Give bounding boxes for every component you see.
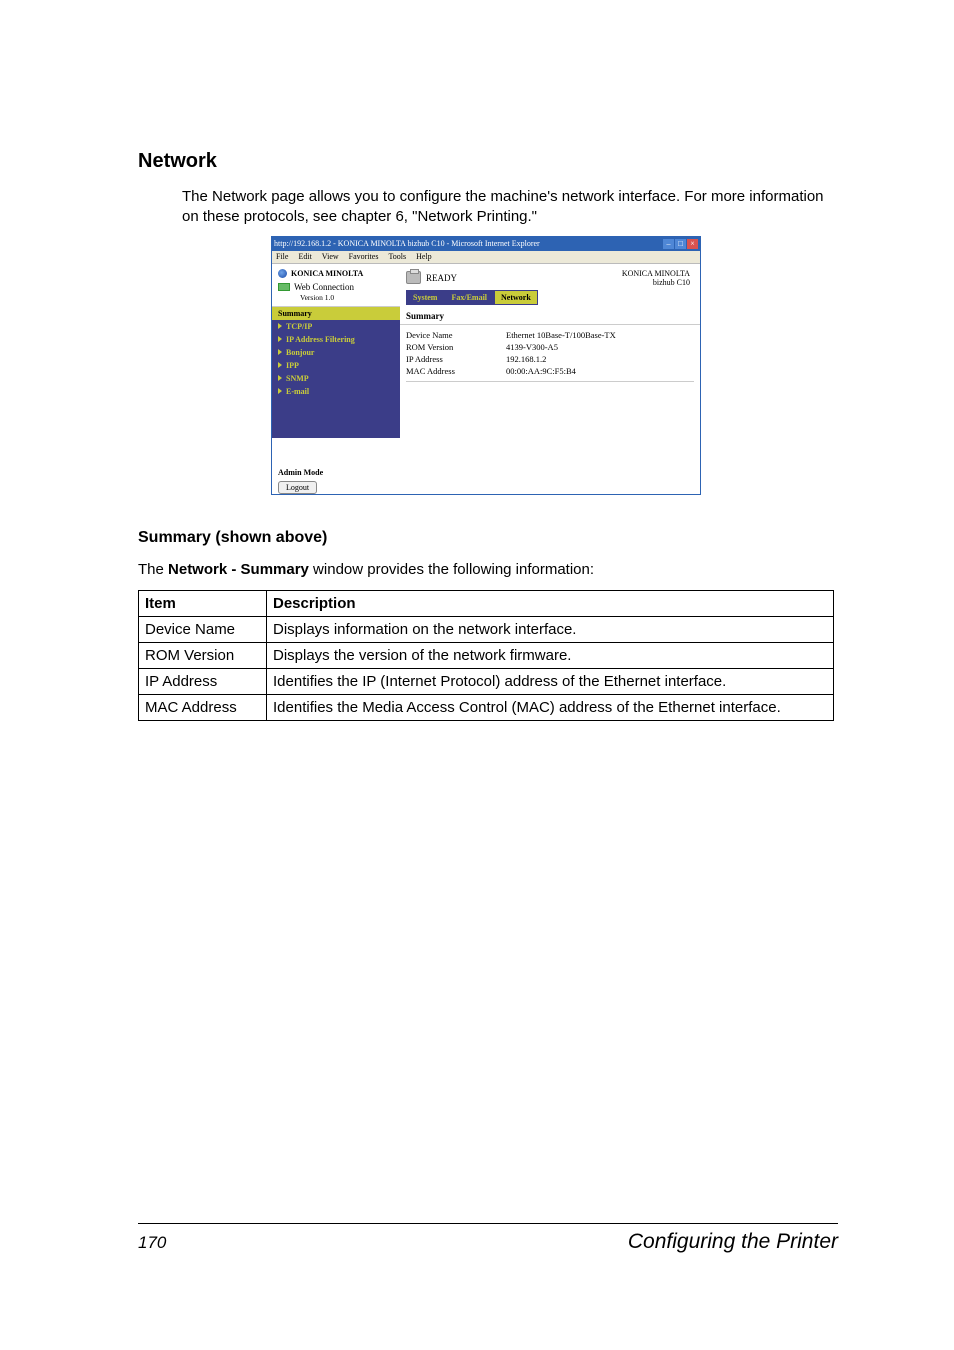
th-item: Item bbox=[139, 590, 267, 616]
version-text: Version 1.0 bbox=[278, 292, 394, 306]
heading-summary: Summary (shown above) bbox=[138, 529, 834, 547]
logout-button[interactable]: Logout bbox=[278, 481, 317, 494]
menu-edit[interactable]: Edit bbox=[298, 252, 311, 261]
sidebar-item-summary[interactable]: Summary bbox=[272, 307, 400, 320]
minimize-icon[interactable]: – bbox=[663, 239, 674, 249]
webconnection-text: Web Connection bbox=[294, 282, 354, 292]
footer-rule bbox=[138, 1223, 838, 1224]
brand-block: KONICA MINOLTA Web Connection Version 1.… bbox=[272, 264, 400, 307]
chevron-right-icon bbox=[278, 349, 282, 355]
status-ready: READY bbox=[406, 269, 457, 287]
table-row: MAC AddressIdentifies the Media Access C… bbox=[139, 694, 834, 720]
row-device-name: Device NameEthernet 10Base-T/100Base-TX bbox=[400, 329, 700, 341]
chevron-right-icon bbox=[278, 388, 282, 394]
page-footer: 170 Configuring the Printer bbox=[138, 1230, 838, 1254]
menu-view[interactable]: View bbox=[322, 252, 339, 261]
chevron-right-icon bbox=[278, 375, 282, 381]
brand-text: KONICA MINOLTA bbox=[291, 269, 363, 278]
tab-network[interactable]: Network bbox=[494, 290, 538, 305]
table-row: IP AddressIdentifies the IP (Internet Pr… bbox=[139, 668, 834, 694]
menu-favorites[interactable]: Favorites bbox=[349, 252, 379, 261]
sidebar-item-snmp[interactable]: SNMP bbox=[272, 372, 400, 385]
chevron-right-icon bbox=[278, 336, 282, 342]
browser-menubar: File Edit View Favorites Tools Help bbox=[272, 251, 700, 264]
row-mac-address: MAC Address00:00:AA:9C:F5:B4 bbox=[400, 365, 700, 377]
heading-network: Network bbox=[138, 150, 834, 173]
footer-title: Configuring the Printer bbox=[628, 1230, 838, 1254]
device-brand: KONICA MINOLTA bbox=[622, 269, 690, 278]
screenshot: http://192.168.1.2 - KONICA MINOLTA bizh… bbox=[271, 236, 701, 495]
table-row: Device NameDisplays information on the n… bbox=[139, 616, 834, 642]
sidebar-item-tcpip[interactable]: TCP/IP bbox=[272, 320, 400, 333]
sidebar-item-bonjour[interactable]: Bonjour bbox=[272, 346, 400, 359]
table-intro: The Network - Summary window provides th… bbox=[138, 561, 834, 578]
tabs: System Fax/Email Network bbox=[406, 290, 700, 305]
sidebar-item-ipfiltering[interactable]: IP Address Filtering bbox=[272, 333, 400, 346]
close-icon[interactable]: × bbox=[687, 239, 698, 249]
panel-heading: Summary bbox=[400, 305, 700, 325]
menu-file[interactable]: File bbox=[276, 252, 288, 261]
window-title: http://192.168.1.2 - KONICA MINOLTA bizh… bbox=[274, 239, 540, 248]
logo-icon bbox=[278, 269, 287, 278]
page-number: 170 bbox=[138, 1233, 166, 1253]
sidebar-item-ipp[interactable]: IPP bbox=[272, 359, 400, 372]
tab-faxemail[interactable]: Fax/Email bbox=[444, 290, 494, 305]
row-ip-address: IP Address192.168.1.2 bbox=[400, 353, 700, 365]
ready-text: READY bbox=[426, 273, 457, 283]
admin-mode-block: Admin Mode Logout bbox=[272, 468, 400, 494]
th-description: Description bbox=[267, 590, 834, 616]
tab-system[interactable]: System bbox=[406, 290, 444, 305]
webconnection-icon bbox=[278, 283, 290, 291]
menu-help[interactable]: Help bbox=[416, 252, 432, 261]
network-intro: The Network page allows you to configure… bbox=[182, 187, 834, 228]
sidebar: Summary TCP/IP IP Address Filtering Bonj… bbox=[272, 307, 400, 438]
printer-icon bbox=[406, 271, 421, 284]
table-row: ROM VersionDisplays the version of the n… bbox=[139, 642, 834, 668]
separator bbox=[406, 381, 694, 382]
maximize-icon[interactable]: □ bbox=[675, 239, 686, 249]
sidebar-item-email[interactable]: E-mail bbox=[272, 385, 400, 398]
window-titlebar: http://192.168.1.2 - KONICA MINOLTA bizh… bbox=[272, 237, 700, 251]
chevron-right-icon bbox=[278, 323, 282, 329]
admin-mode-label: Admin Mode bbox=[278, 468, 394, 477]
device-model: bizhub C10 bbox=[622, 278, 690, 287]
chevron-right-icon bbox=[278, 362, 282, 368]
row-rom-version: ROM Version4139-V300-A5 bbox=[400, 341, 700, 353]
menu-tools[interactable]: Tools bbox=[388, 252, 406, 261]
summary-table: Item Description Device NameDisplays inf… bbox=[138, 590, 834, 721]
